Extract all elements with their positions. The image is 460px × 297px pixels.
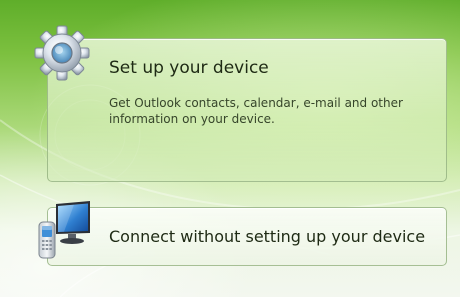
device-connect-icon xyxy=(38,201,90,259)
setup-device-option[interactable]: Set up your device Get Outlook contacts,… xyxy=(47,38,447,182)
connect-without-setup-option[interactable]: Connect without setting up your device xyxy=(47,207,447,266)
connect-without-setup-title: Connect without setting up your device xyxy=(109,227,426,246)
setup-device-title: Set up your device xyxy=(109,58,269,78)
setup-device-description: Get Outlook contacts, calendar, e-mail a… xyxy=(109,96,403,126)
gear-icon xyxy=(34,25,90,81)
